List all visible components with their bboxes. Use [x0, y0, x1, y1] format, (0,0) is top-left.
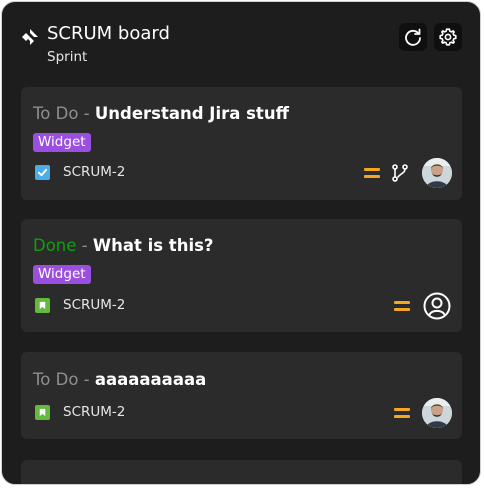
settings-button[interactable] [434, 23, 462, 51]
issue-key[interactable]: SCRUM-2 [63, 404, 125, 420]
board-subtitle: Sprint [47, 49, 88, 65]
priority-medium-icon [394, 301, 410, 311]
issue-key[interactable]: SCRUM-2 [63, 297, 125, 313]
title-separator: - [78, 104, 95, 123]
task-type-icon [35, 165, 50, 180]
refresh-button[interactable] [399, 23, 427, 51]
issue-summary: Understand Jira stuff [94, 104, 289, 123]
assignee-avatar[interactable] [422, 158, 452, 188]
branch-icon [392, 164, 408, 182]
board-title: SCRUM board [47, 23, 170, 44]
issue-card[interactable]: To Do - aaaaaaaaaa SCRUM-2 [21, 352, 462, 439]
issue-card[interactable] [21, 460, 462, 484]
card-title: To Do - aaaaaaaaaa [33, 370, 206, 389]
issue-key[interactable]: SCRUM-2 [63, 164, 125, 180]
jira-logo-icon [22, 29, 38, 45]
story-type-icon [35, 298, 50, 313]
assignee-avatar[interactable] [422, 398, 452, 428]
priority-medium-icon [364, 168, 380, 178]
jira-board-widget: SCRUM board Sprint To Do - Understand Ji… [1, 1, 481, 485]
title-separator: - [78, 370, 95, 389]
issue-summary: aaaaaaaaaa [94, 370, 207, 389]
issue-status: To Do [33, 370, 79, 389]
issue-summary: What is this? [92, 236, 214, 255]
issue-status: To Do [33, 104, 79, 123]
story-type-icon [35, 405, 50, 420]
widget-header: SCRUM board Sprint [2, 2, 480, 82]
priority-medium-icon [394, 408, 410, 418]
issue-status: Done [33, 236, 77, 255]
card-title: To Do - Understand Jira stuff [33, 104, 289, 123]
issue-card[interactable]: Done - What is this? Widget SCRUM-2 [21, 219, 462, 332]
gear-icon [439, 28, 457, 46]
title-separator: - [76, 236, 93, 255]
refresh-icon [405, 28, 421, 46]
card-title: Done - What is this? [33, 236, 214, 255]
unassigned-user-icon[interactable] [422, 291, 452, 321]
issue-card[interactable]: To Do - Understand Jira stuff Widget SCR… [21, 87, 462, 200]
issue-label: Widget [33, 265, 91, 284]
issue-label: Widget [33, 133, 91, 152]
